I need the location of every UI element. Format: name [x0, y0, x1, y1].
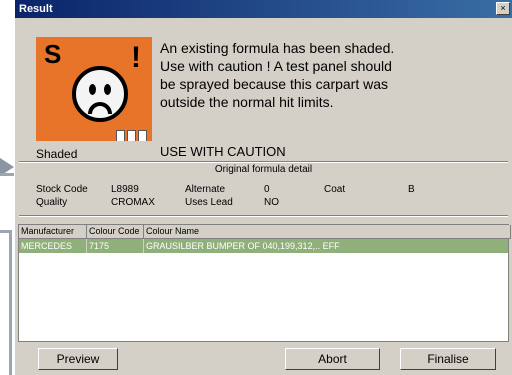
- result-dialog: Result × S ! Shaded An existing formula …: [14, 0, 512, 375]
- status-label: Shaded: [36, 147, 78, 161]
- exclamation-icon: !: [131, 41, 141, 74]
- icon-letter: S: [44, 39, 62, 69]
- colour-code-cell: 7175: [87, 239, 144, 253]
- background-connector: [9, 230, 12, 375]
- warning-message: An existing formula has been shaded. Use…: [160, 40, 395, 110]
- shaded-warning-face-icon: S !: [36, 37, 152, 141]
- quality-label: Quality: [36, 197, 68, 208]
- colour-table[interactable]: Manufacturer Colour Code Colour Name MER…: [18, 224, 511, 342]
- column-header[interactable]: Manufacturer: [19, 225, 87, 239]
- stock-code-value: L8989: [111, 184, 139, 195]
- face-eye: [104, 84, 111, 95]
- table-row[interactable]: MERCEDES 7175 GRAUSILBER BUMPER OF 040,1…: [19, 239, 508, 253]
- uses-lead-value: NO: [264, 197, 279, 208]
- column-header[interactable]: Colour Code: [87, 225, 144, 239]
- face-eye: [89, 84, 96, 95]
- coat-label: Coat: [324, 184, 346, 195]
- finalise-button[interactable]: Finalise: [400, 348, 496, 370]
- coat-value: B: [408, 184, 415, 195]
- divider: [19, 161, 508, 163]
- divider: [19, 215, 508, 217]
- caution-text: USE WITH CAUTION: [160, 144, 286, 159]
- close-icon: ×: [500, 3, 506, 13]
- stock-code-label: Stock Code: [36, 184, 88, 195]
- window-title: Result: [19, 3, 53, 15]
- close-button[interactable]: ×: [496, 2, 510, 15]
- sad-face-icon: [72, 66, 128, 122]
- preview-button[interactable]: Preview: [38, 348, 118, 370]
- formula-detail-heading: Original formula detail: [214, 164, 313, 175]
- table-header: Manufacturer Colour Code Colour Name: [19, 225, 511, 239]
- uses-lead-label: Uses Lead: [185, 197, 233, 208]
- abort-button[interactable]: Abort: [285, 348, 380, 370]
- column-header[interactable]: Colour Name: [144, 225, 511, 239]
- title-bar[interactable]: Result ×: [15, 0, 512, 18]
- alternate-label: Alternate: [185, 184, 226, 195]
- paint-cans-icon: [116, 129, 149, 141]
- alternate-value: 0: [264, 184, 270, 195]
- face-mouth: [88, 102, 112, 114]
- colour-name-cell: GRAUSILBER BUMPER OF 040,199,312,.. EFF: [146, 241, 340, 251]
- quality-value: CROMAX: [111, 197, 155, 208]
- manufacturer-cell: MERCEDES: [19, 239, 87, 253]
